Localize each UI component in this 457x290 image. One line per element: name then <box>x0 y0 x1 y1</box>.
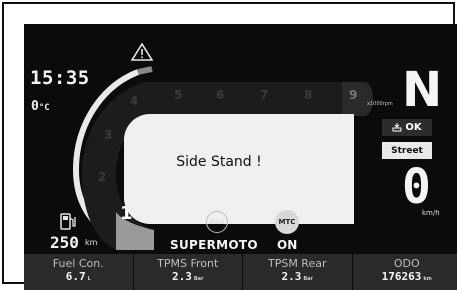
tpms-rear-cell[interactable]: TPSM Rear 2.3Bar <box>243 254 353 290</box>
ok-label: OK <box>405 122 421 133</box>
cell-number: 6.7 <box>66 270 86 283</box>
cell-value: 6.7L <box>66 270 91 286</box>
cell-value: 2.3Bar <box>281 270 313 286</box>
cell-label: Fuel Con. <box>53 257 104 270</box>
rpm-tick-5: 5 <box>174 88 182 102</box>
rpm-tick-9: 9 <box>349 88 357 102</box>
rpm-tick-2: 2 <box>98 170 106 184</box>
cell-unit: L <box>88 276 91 282</box>
rpm-tick-6: 6 <box>216 88 224 102</box>
cell-value: 176263km <box>382 270 432 286</box>
temperature-unit: °C <box>39 103 50 113</box>
gear-indicator: N <box>402 66 442 114</box>
range-unit: km <box>85 238 97 247</box>
rpm-unit: x1000rpm <box>367 101 393 107</box>
dashboard-frame: 15:35 0°C 1 2 3 4 5 6 7 8 9 x1000rpm N O… <box>2 2 455 284</box>
clock: 15:35 <box>30 67 90 89</box>
cell-number: 2.3 <box>281 270 301 283</box>
mtc-icon: MTC <box>275 210 299 234</box>
mtc-state-label: ON <box>277 238 297 252</box>
rpm-tick-8: 8 <box>304 88 312 102</box>
cell-label: TPMS Front <box>157 257 218 270</box>
ambient-temperature: 0°C <box>31 99 50 114</box>
cell-label: TPSM Rear <box>268 257 327 270</box>
range-value: 250 <box>50 233 79 252</box>
tpms-front-cell[interactable]: TPMS Front 2.3Bar <box>134 254 244 290</box>
riding-mode-button[interactable]: Street <box>382 142 432 159</box>
cell-label: ODO <box>394 257 420 270</box>
fuel-consumption-cell[interactable]: Fuel Con. 6.7L <box>24 254 134 290</box>
speed-unit: km/h <box>422 209 440 217</box>
cell-unit: Bar <box>194 276 204 282</box>
rpm-tick-3: 3 <box>104 128 112 142</box>
tire-ok-button[interactable]: OK <box>382 119 432 136</box>
rpm-tick-7: 7 <box>260 88 268 102</box>
warning-triangle-icon <box>131 43 153 61</box>
fuel-pump-icon <box>60 212 76 230</box>
instrument-display: 15:35 0°C 1 2 3 4 5 6 7 8 9 x1000rpm N O… <box>24 24 457 290</box>
temperature-value: 0 <box>31 99 39 114</box>
odometer-cell[interactable]: ODO 176263km <box>353 254 457 290</box>
cell-unit: Bar <box>303 276 313 282</box>
cell-unit: km <box>423 276 432 282</box>
cell-number: 2.3 <box>172 270 192 283</box>
cell-number: 176263 <box>382 270 422 283</box>
alert-message: Side Stand ! <box>124 154 314 170</box>
speed-value: 0 <box>402 163 431 211</box>
cell-value: 2.3Bar <box>172 270 204 286</box>
rpm-tick-4: 4 <box>130 94 138 108</box>
tire-pressure-icon <box>392 123 402 132</box>
abs-icon: ABS <box>206 211 228 233</box>
info-bar: Fuel Con. 6.7L TPMS Front 2.3Bar TPSM Re… <box>24 254 457 290</box>
abs-mode-label: SUPERMOTO <box>170 238 258 252</box>
